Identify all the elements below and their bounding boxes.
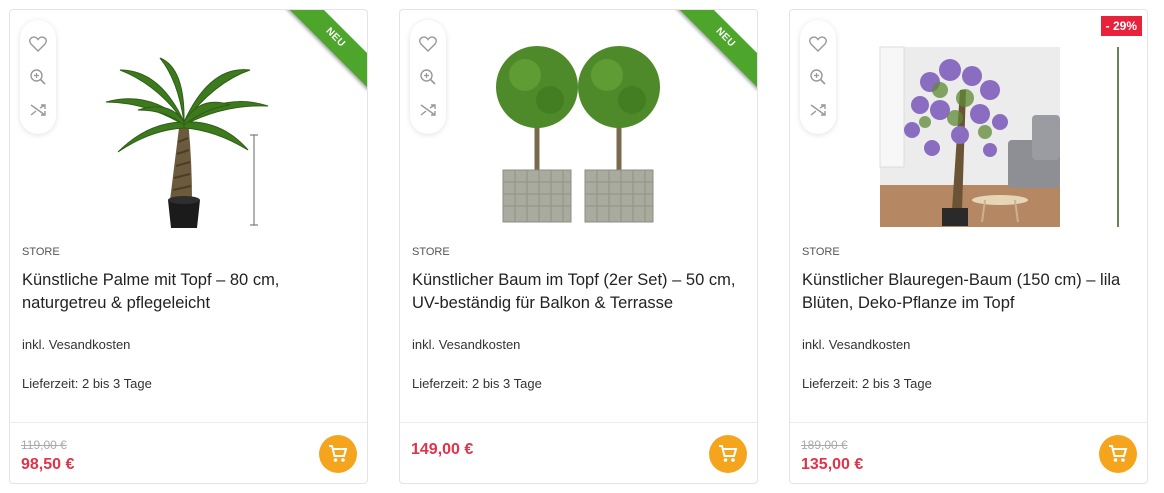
product-card[interactable]: - 29% STORE Künstlicher Blauregen-Baum (… bbox=[789, 9, 1148, 484]
product-brand: STORE bbox=[22, 246, 60, 258]
product-title[interactable]: Künstlicher Blauregen-Baum (150 cm) – li… bbox=[802, 269, 1132, 315]
product-actions bbox=[410, 20, 446, 134]
delivery-time: Lieferzeit: 2 bis 3 Tage bbox=[412, 376, 542, 391]
cart-icon bbox=[329, 445, 348, 462]
product-image[interactable] bbox=[400, 10, 757, 236]
zoom-icon[interactable] bbox=[806, 65, 830, 89]
add-to-cart-button[interactable] bbox=[709, 435, 747, 473]
product-card[interactable]: NEU STORE Künstlicher Baum im Topf (2er … bbox=[399, 9, 758, 484]
cart-icon bbox=[719, 445, 738, 462]
divider bbox=[10, 422, 367, 423]
add-to-cart-button[interactable] bbox=[1099, 435, 1137, 473]
divider bbox=[400, 422, 757, 423]
delivery-time: Lieferzeit: 2 bis 3 Tage bbox=[802, 376, 932, 391]
shuffle-icon[interactable] bbox=[26, 98, 50, 122]
product-title[interactable]: Künstliche Palme mit Topf – 80 cm, natur… bbox=[22, 269, 352, 315]
product-brand: STORE bbox=[412, 246, 450, 258]
add-to-cart-button[interactable] bbox=[319, 435, 357, 473]
divider bbox=[790, 422, 1147, 423]
shipping-note: inkl. Vesandkosten bbox=[412, 337, 521, 352]
product-brand: STORE bbox=[802, 246, 840, 258]
price: 149,00 € bbox=[411, 441, 474, 458]
delivery-time: Lieferzeit: 2 bis 3 Tage bbox=[22, 376, 152, 391]
shipping-note: inkl. Vesandkosten bbox=[22, 337, 131, 352]
heart-icon[interactable] bbox=[806, 32, 830, 56]
old-price: 119,00 € bbox=[21, 438, 67, 452]
zoom-icon[interactable] bbox=[416, 65, 440, 89]
discount-badge: - 29% bbox=[1100, 16, 1142, 36]
price: 135,00 € bbox=[801, 456, 864, 473]
heart-icon[interactable] bbox=[416, 32, 440, 56]
shuffle-icon[interactable] bbox=[416, 98, 440, 122]
old-price: 189,00 € bbox=[801, 438, 848, 452]
shipping-note: inkl. Vesandkosten bbox=[802, 337, 911, 352]
zoom-icon[interactable] bbox=[26, 65, 50, 89]
product-actions bbox=[800, 20, 836, 134]
product-card[interactable]: NEU STORE Künstliche Palme mit Topf – 80… bbox=[9, 9, 368, 484]
product-actions bbox=[20, 20, 56, 134]
product-image[interactable] bbox=[10, 10, 367, 236]
cart-icon bbox=[1109, 445, 1128, 462]
shuffle-icon[interactable] bbox=[806, 98, 830, 122]
product-title[interactable]: Künstlicher Baum im Topf (2er Set) – 50 … bbox=[412, 269, 742, 315]
price: 98,50 € bbox=[21, 456, 75, 473]
product-image[interactable] bbox=[790, 10, 1147, 236]
heart-icon[interactable] bbox=[26, 32, 50, 56]
